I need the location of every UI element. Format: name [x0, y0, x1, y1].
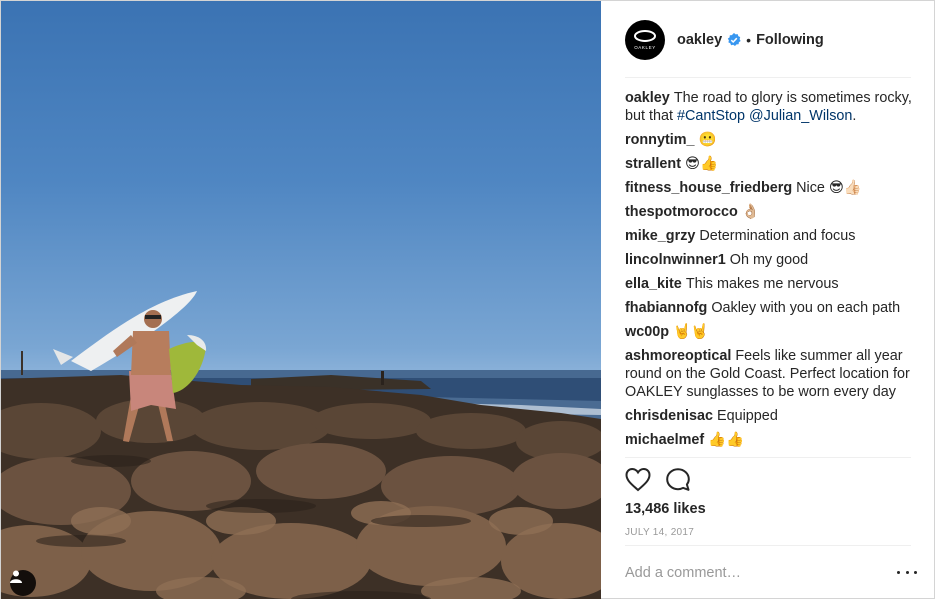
- separator-dot: •: [746, 31, 752, 48]
- avatar-text: OAKLEY: [634, 45, 656, 50]
- comment-items: ronnytim_ 😬 strallent 😎👍 fitness_house_fried…: [625, 131, 915, 449]
- comment-item: fitness_house_friedberg Nice 😎👍🏻: [625, 179, 915, 197]
- post-photo[interactable]: [1, 1, 601, 599]
- heart-outline-icon[interactable]: [625, 467, 651, 493]
- speech-bubble-icon[interactable]: [665, 467, 691, 493]
- comment-item: chrisdenisac Equipped: [625, 407, 915, 425]
- comment-username[interactable]: ashmoreoptical: [625, 348, 731, 364]
- comment-text: Oh my good: [729, 252, 809, 268]
- post-date[interactable]: JULY 14, 2017: [625, 527, 694, 538]
- comment-item: mike_grzy Determination and focus: [625, 227, 915, 245]
- oakley-logo: OAKLEY: [634, 29, 656, 50]
- person-icon: [10, 570, 22, 583]
- comment-username[interactable]: mike_grzy: [625, 228, 695, 244]
- post-details-panel: OAKLEY oakley • Following oakley The road…: [601, 1, 935, 599]
- comment-item: wc00p 🤘🤘: [625, 323, 915, 341]
- following-button[interactable]: Following: [756, 32, 824, 48]
- more-dot: [897, 570, 900, 574]
- comment-text: 😬: [698, 132, 717, 148]
- avatar[interactable]: OAKLEY: [625, 19, 665, 60]
- instagram-post: OAKLEY oakley • Following oakley The road…: [0, 0, 935, 599]
- post-header: OAKLEY oakley • Following: [601, 1, 935, 78]
- more-options-icon[interactable]: [897, 565, 917, 579]
- hashtag-link[interactable]: #CantStop: [677, 108, 745, 124]
- comment-username[interactable]: wc00p: [625, 324, 669, 340]
- comment-username[interactable]: ella_kite: [625, 276, 682, 292]
- comment-text: Nice 😎👍🏻: [796, 180, 862, 196]
- comment-text: 😎👍: [684, 156, 718, 172]
- caption-end: .: [852, 108, 857, 124]
- comment-username[interactable]: lincolnwinner1: [625, 252, 726, 268]
- likes-count[interactable]: 13,486 likes: [625, 501, 706, 517]
- comment-item: fhabiannofg Oakley with you on each path: [625, 299, 915, 317]
- surf-scene: [1, 291, 601, 599]
- comment-item: ella_kite This makes me nervous: [625, 275, 915, 293]
- comment-text: 👍👍: [708, 432, 745, 448]
- caption: oakley The road to glory is sometimes roc…: [625, 89, 915, 125]
- comment-username[interactable]: fitness_house_friedberg: [625, 180, 792, 196]
- comment-username[interactable]: thespotmorocco: [625, 204, 738, 220]
- comment-item: thespotmorocco 👌🏼: [625, 203, 915, 221]
- comment-text: This makes me nervous: [685, 276, 839, 292]
- comment-item: ashmoreoptical Feels like summer all year…: [625, 347, 915, 401]
- comment-text: 👌🏼: [741, 204, 760, 220]
- post-actions: 13,486 likes JULY 14, 2017: [601, 457, 935, 547]
- comment-input[interactable]: [625, 562, 875, 584]
- comment-username[interactable]: chrisdenisac: [625, 408, 713, 424]
- comment-item: michaelmef 👍👍: [625, 431, 915, 449]
- tagged-users-button[interactable]: [10, 570, 36, 596]
- verified-badge-icon: [727, 32, 741, 46]
- add-comment-section: [601, 545, 935, 599]
- more-dot: [905, 570, 909, 574]
- comment-text: 🤘🤘: [673, 324, 709, 340]
- comment-item: strallent 😎👍: [625, 155, 915, 173]
- author-username[interactable]: oakley: [677, 32, 722, 48]
- comment-username[interactable]: michaelmef: [625, 432, 704, 448]
- comments-list[interactable]: oakley The road to glory is sometimes roc…: [625, 89, 915, 457]
- comment-text: Determination and focus: [699, 228, 856, 244]
- comment-username[interactable]: strallent: [625, 156, 681, 172]
- comment-item: lincolnwinner1 Oh my good: [625, 251, 915, 269]
- comment-username[interactable]: ronnytim_: [625, 132, 695, 148]
- comment-text: Oakley with you on each path: [711, 300, 901, 316]
- mention-link[interactable]: @Julian_Wilson: [749, 108, 852, 124]
- caption-author[interactable]: oakley: [625, 90, 670, 106]
- comment-item: ronnytim_ 😬: [625, 131, 915, 149]
- comment-text: Equipped: [717, 408, 778, 424]
- more-dot: [914, 570, 917, 574]
- comment-username[interactable]: fhabiannofg: [625, 300, 707, 316]
